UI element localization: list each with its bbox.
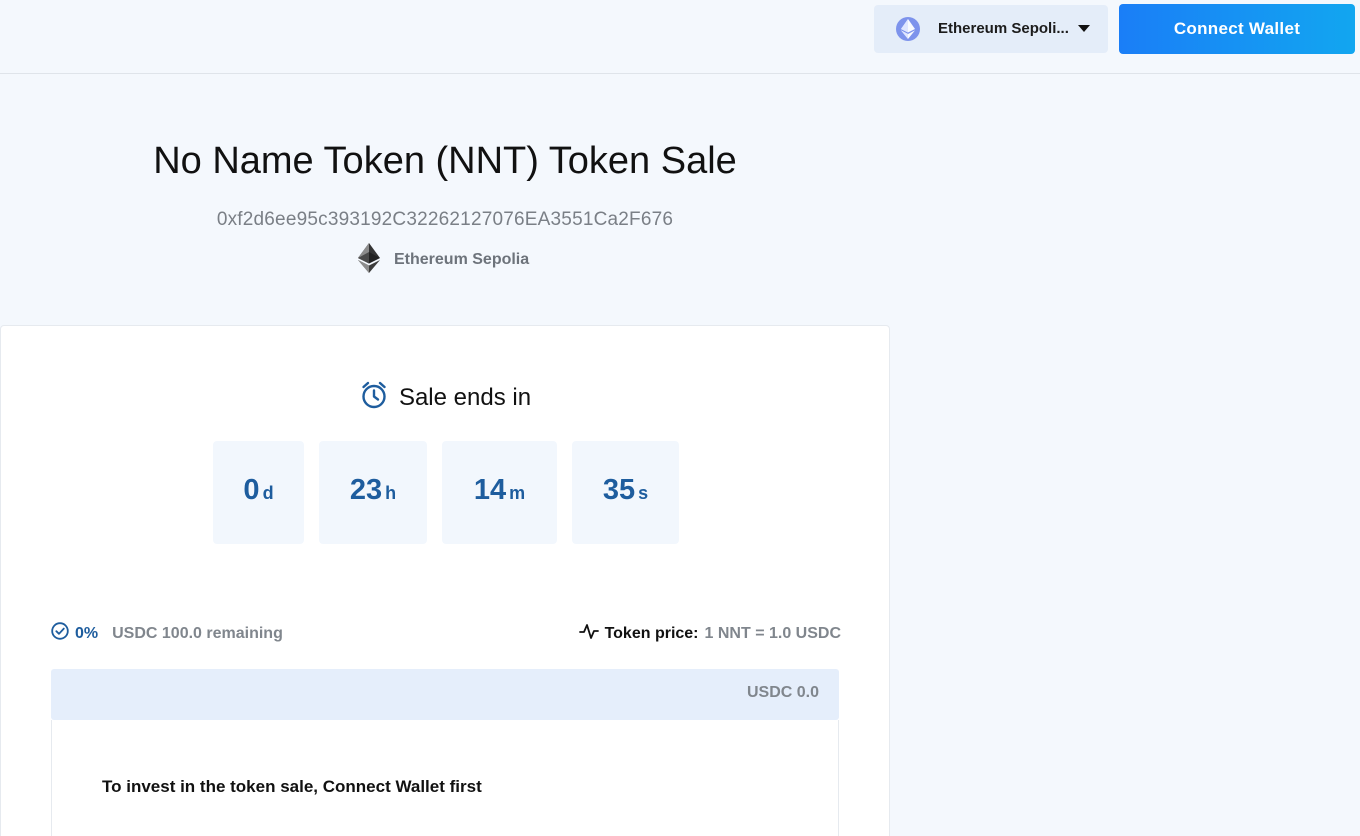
countdown-minutes: 14 m [442, 441, 557, 544]
countdown-unit: s [638, 483, 649, 503]
countdown-value: 23 [349, 474, 383, 506]
sale-ends-heading: Sale ends in [1, 381, 891, 414]
sale-progress-bar: USDC 0.0 [51, 669, 839, 720]
top-bar: Ethereum Sepoli... Connect Wallet [0, 0, 1360, 74]
sale-percent: 0% [75, 624, 99, 642]
token-price-label: Token price: [604, 624, 699, 642]
countdown-unit: d [262, 483, 274, 503]
check-circle-icon [51, 622, 69, 645]
countdown-seconds: 35 s [572, 441, 679, 544]
page-title: No Name Token (NNT) Token Sale [153, 140, 737, 182]
ethereum-icon [896, 17, 920, 41]
connect-wallet-prompt: To invest in the token sale, Connect Wal… [102, 777, 482, 796]
invest-panel: To invest in the token sale, Connect Wal… [51, 720, 839, 836]
countdown-value: 0 [243, 474, 260, 506]
network-selector-label: Ethereum Sepoli... [938, 20, 1069, 37]
contract-address: 0xf2d6ee95c393192C32262127076EA3551Ca2F6… [216, 209, 674, 230]
sale-progress-info: 0% USDC 100.0 remaining [51, 622, 283, 645]
countdown-unit: m [509, 483, 526, 503]
countdown-days: 0 d [213, 441, 304, 544]
sale-stats: 0% USDC 100.0 remaining Token price: 1 N… [51, 622, 841, 646]
connect-wallet-button[interactable]: Connect Wallet [1119, 4, 1355, 54]
sale-remaining: USDC 100.0 remaining [112, 624, 283, 642]
countdown-value: 14 [473, 474, 507, 506]
countdown-value: 35 [602, 474, 636, 506]
chevron-down-icon [1078, 25, 1090, 32]
token-price-info: Token price: 1 NNT = 1.0 USDC [578, 622, 841, 645]
alarm-clock-icon [361, 381, 387, 414]
network-name: Ethereum Sepolia [394, 251, 530, 268]
countdown-hours: 23 h [319, 441, 427, 544]
token-price-value: 1 NNT = 1.0 USDC [704, 624, 841, 642]
network-selector[interactable]: Ethereum Sepoli... [874, 5, 1108, 53]
raised-amount: USDC 0.0 [746, 684, 819, 701]
activity-icon [578, 622, 599, 645]
token-sale-card: Sale ends in 0 d 23 h 14 m 35 s 0% USDC … [0, 325, 890, 836]
ethereum-logo-icon [358, 242, 380, 278]
countdown-unit: h [385, 483, 397, 503]
network-info: Ethereum Sepolia [358, 242, 530, 278]
sale-ends-label: Sale ends in [398, 383, 532, 411]
